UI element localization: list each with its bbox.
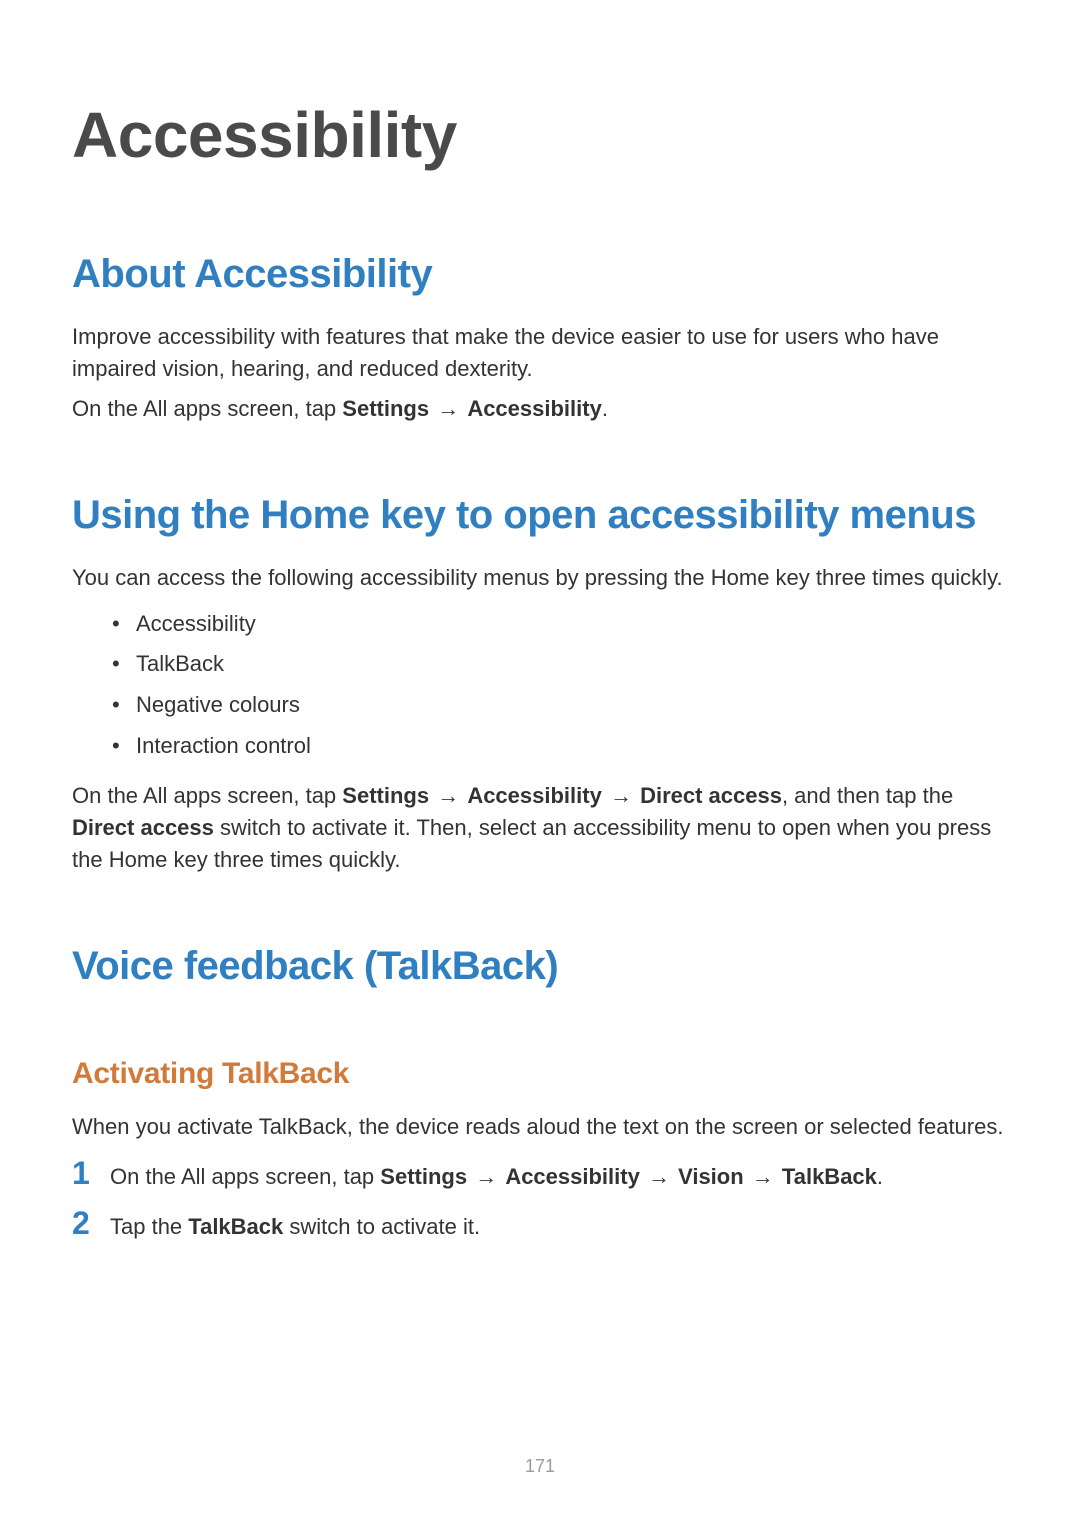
arrow-icon: → <box>642 1164 676 1189</box>
bold-settings: Settings <box>342 396 429 421</box>
home-key-intro: You can access the following accessibili… <box>72 562 1008 594</box>
about-paragraph-1: Improve accessibility with features that… <box>72 321 1008 385</box>
text-fragment: , and then tap the <box>782 783 953 808</box>
bold-settings: Settings <box>380 1164 467 1189</box>
section-heading-talkback: Voice feedback (TalkBack) <box>72 944 1008 989</box>
step-row: 2 Tap the TalkBack switch to activate it… <box>72 1207 1008 1243</box>
arrow-icon: → <box>604 783 638 808</box>
list-item: Interaction control <box>112 726 1008 767</box>
bold-accessibility: Accessibility <box>467 783 602 808</box>
home-key-after: On the All apps screen, tap Settings → A… <box>72 780 1008 876</box>
section-heading-home-key: Using the Home key to open accessibility… <box>72 493 1008 538</box>
section-heading-about: About Accessibility <box>72 252 1008 297</box>
text-fragment: Tap the <box>110 1214 188 1239</box>
manual-page: Accessibility About Accessibility Improv… <box>0 0 1080 1527</box>
text-fragment: On the All apps screen, tap <box>110 1164 380 1189</box>
arrow-icon: → <box>469 1164 503 1189</box>
bold-talkback: TalkBack <box>188 1214 283 1239</box>
arrow-icon: → <box>431 396 465 421</box>
text-fragment: On the All apps screen, tap <box>72 396 342 421</box>
bold-direct-access: Direct access <box>640 783 782 808</box>
text-fragment: . <box>877 1164 883 1189</box>
text-fragment: On the All apps screen, tap <box>72 783 342 808</box>
arrow-icon: → <box>431 783 465 808</box>
list-item: Negative colours <box>112 685 1008 726</box>
list-item: TalkBack <box>112 644 1008 685</box>
activating-paragraph: When you activate TalkBack, the device r… <box>72 1111 1008 1143</box>
bold-talkback: TalkBack <box>782 1164 877 1189</box>
step-text: On the All apps screen, tap Settings → A… <box>110 1161 1008 1193</box>
bold-accessibility: Accessibility <box>467 396 602 421</box>
bold-direct-access: Direct access <box>72 815 214 840</box>
bold-accessibility: Accessibility <box>505 1164 640 1189</box>
page-number: 171 <box>0 1456 1080 1477</box>
text-fragment: switch to activate it. <box>283 1214 480 1239</box>
step-number: 2 <box>72 1207 110 1239</box>
arrow-icon: → <box>746 1164 780 1189</box>
text-fragment: . <box>602 396 608 421</box>
about-paragraph-2: On the All apps screen, tap Settings → A… <box>72 393 1008 425</box>
accessibility-menu-list: Accessibility TalkBack Negative colours … <box>72 604 1008 767</box>
bold-settings: Settings <box>342 783 429 808</box>
page-title: Accessibility <box>72 98 1008 172</box>
step-number: 1 <box>72 1157 110 1189</box>
step-row: 1 On the All apps screen, tap Settings →… <box>72 1157 1008 1193</box>
bold-vision: Vision <box>678 1164 744 1189</box>
list-item: Accessibility <box>112 604 1008 645</box>
step-text: Tap the TalkBack switch to activate it. <box>110 1211 1008 1243</box>
subsection-heading-activating: Activating TalkBack <box>72 1057 1008 1091</box>
